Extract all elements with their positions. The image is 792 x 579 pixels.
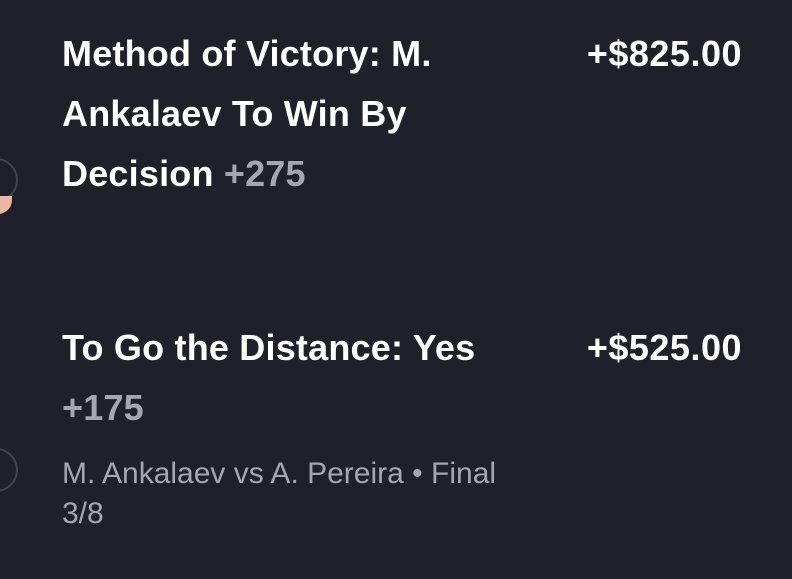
leg-2-odds: +175: [62, 387, 144, 428]
leg-1-description: Method of Victory: M. Ankalaev To Win By…: [62, 24, 522, 204]
leg-1-odds: +275: [223, 153, 306, 194]
event-matchup: M. Ankalaev vs A. Pereira: [62, 457, 404, 490]
leg-2-status-icon: [0, 448, 18, 492]
event-separator: •: [412, 457, 423, 490]
leg-1-payout: +$825.00: [586, 33, 742, 74]
bet-legs-panel: Method of Victory: M. Ankalaev To Win By…: [0, 0, 792, 579]
avatar: [0, 196, 12, 214]
leg-2-payout: +$525.00: [586, 327, 742, 368]
leg-2-title: To Go the Distance: Yes: [62, 327, 476, 368]
event-info: M. Ankalaev vs A. Pereira • Final 3/8: [62, 454, 542, 534]
leg-2-description: To Go the Distance: Yes +175: [62, 318, 522, 438]
